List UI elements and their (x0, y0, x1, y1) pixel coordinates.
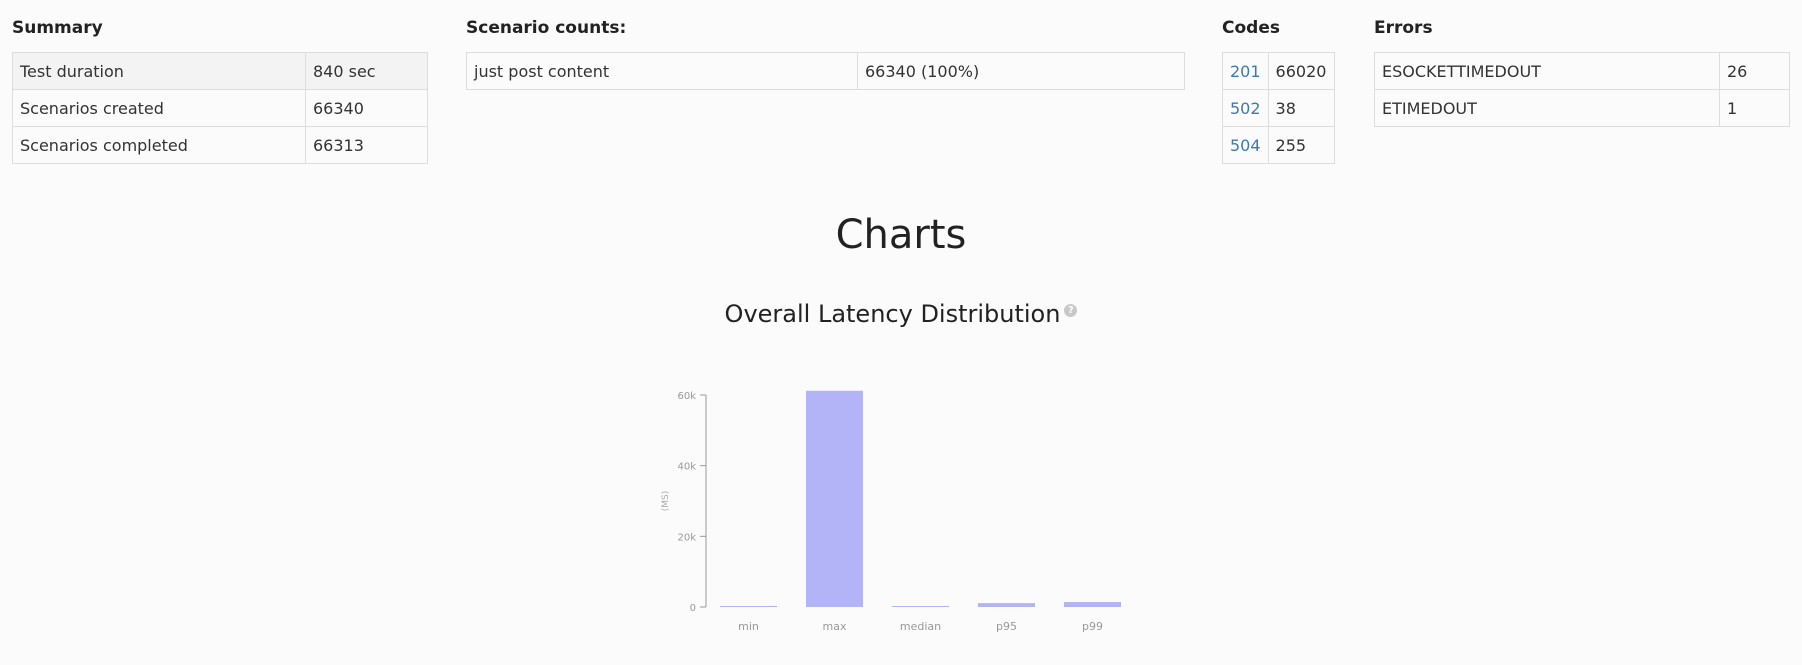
y-axis-label: (MS) (661, 491, 671, 512)
code-link-502[interactable]: 502 (1230, 99, 1261, 118)
bar-p95 (978, 603, 1035, 607)
y-tick-label: 0 (690, 603, 696, 614)
bar-median (892, 606, 949, 607)
summary-title: Summary (12, 18, 103, 38)
error-name: ETIMEDOUT (1374, 89, 1720, 127)
errors-table: ESOCKETTIMEDOUT 26 ETIMEDOUT 1 (1374, 52, 1790, 127)
summary-value: 66340 (305, 89, 428, 127)
code-link-504[interactable]: 504 (1230, 136, 1261, 155)
help-icon[interactable]: ? (1064, 304, 1078, 317)
x-tick-label: median (900, 620, 941, 633)
error-name: ESOCKETTIMEDOUT (1374, 52, 1720, 90)
code-count: 38 (1267, 89, 1336, 127)
summary-label: Test duration (12, 52, 306, 90)
code-count: 255 (1267, 126, 1336, 164)
error-count: 26 (1719, 52, 1790, 90)
y-tick-label: 40k (677, 462, 696, 473)
summary-label: Scenarios created (12, 89, 306, 127)
scenario-name: just post content (466, 52, 858, 90)
chart-title: Overall Latency Distribution (724, 300, 1061, 328)
chart-title-wrap: Overall Latency Distribution? (0, 300, 1802, 328)
table-row: ESOCKETTIMEDOUT 26 (1374, 52, 1790, 90)
latency-bar-chart: 0 20k 40k 60k (MS) min max median p95 p99 (661, 390, 1121, 633)
x-tick-label: min (738, 620, 759, 633)
charts-heading: Charts (835, 212, 967, 258)
codes-table: 201 66020 502 38 504 255 (1222, 52, 1336, 164)
summary-value: 840 sec (305, 52, 428, 90)
scenario-counts-title: Scenario counts: (466, 18, 627, 38)
y-tick-label: 20k (677, 532, 696, 543)
y-tick-label: 60k (677, 391, 696, 402)
table-row: ETIMEDOUT 1 (1374, 89, 1790, 127)
codes-title: Codes (1222, 18, 1280, 38)
table-row: Scenarios completed 66313 (12, 126, 428, 164)
x-tick-label: p99 (1082, 620, 1103, 633)
table-row: 201 66020 (1222, 52, 1336, 90)
bar-max (806, 390, 863, 607)
code-link-201[interactable]: 201 (1230, 62, 1261, 81)
bar-min (720, 606, 777, 607)
error-count: 1 (1719, 89, 1790, 127)
summary-label: Scenarios completed (12, 126, 306, 164)
code-count: 66020 (1267, 52, 1336, 90)
summary-value: 66313 (305, 126, 428, 164)
scenario-counts-table: just post content 66340 (100%) (466, 52, 1185, 90)
bar-p99 (1064, 602, 1121, 607)
summary-table: Test duration 840 sec Scenarios created … (12, 52, 428, 164)
table-row: Test duration 840 sec (12, 52, 428, 90)
errors-title: Errors (1374, 18, 1433, 38)
table-row: Scenarios created 66340 (12, 89, 428, 127)
table-row: 502 38 (1222, 89, 1336, 127)
table-row: 504 255 (1222, 126, 1336, 164)
x-tick-label: p95 (996, 620, 1017, 633)
table-row: just post content 66340 (100%) (466, 52, 1185, 90)
scenario-count: 66340 (100%) (857, 52, 1185, 90)
x-tick-label: max (823, 620, 847, 633)
